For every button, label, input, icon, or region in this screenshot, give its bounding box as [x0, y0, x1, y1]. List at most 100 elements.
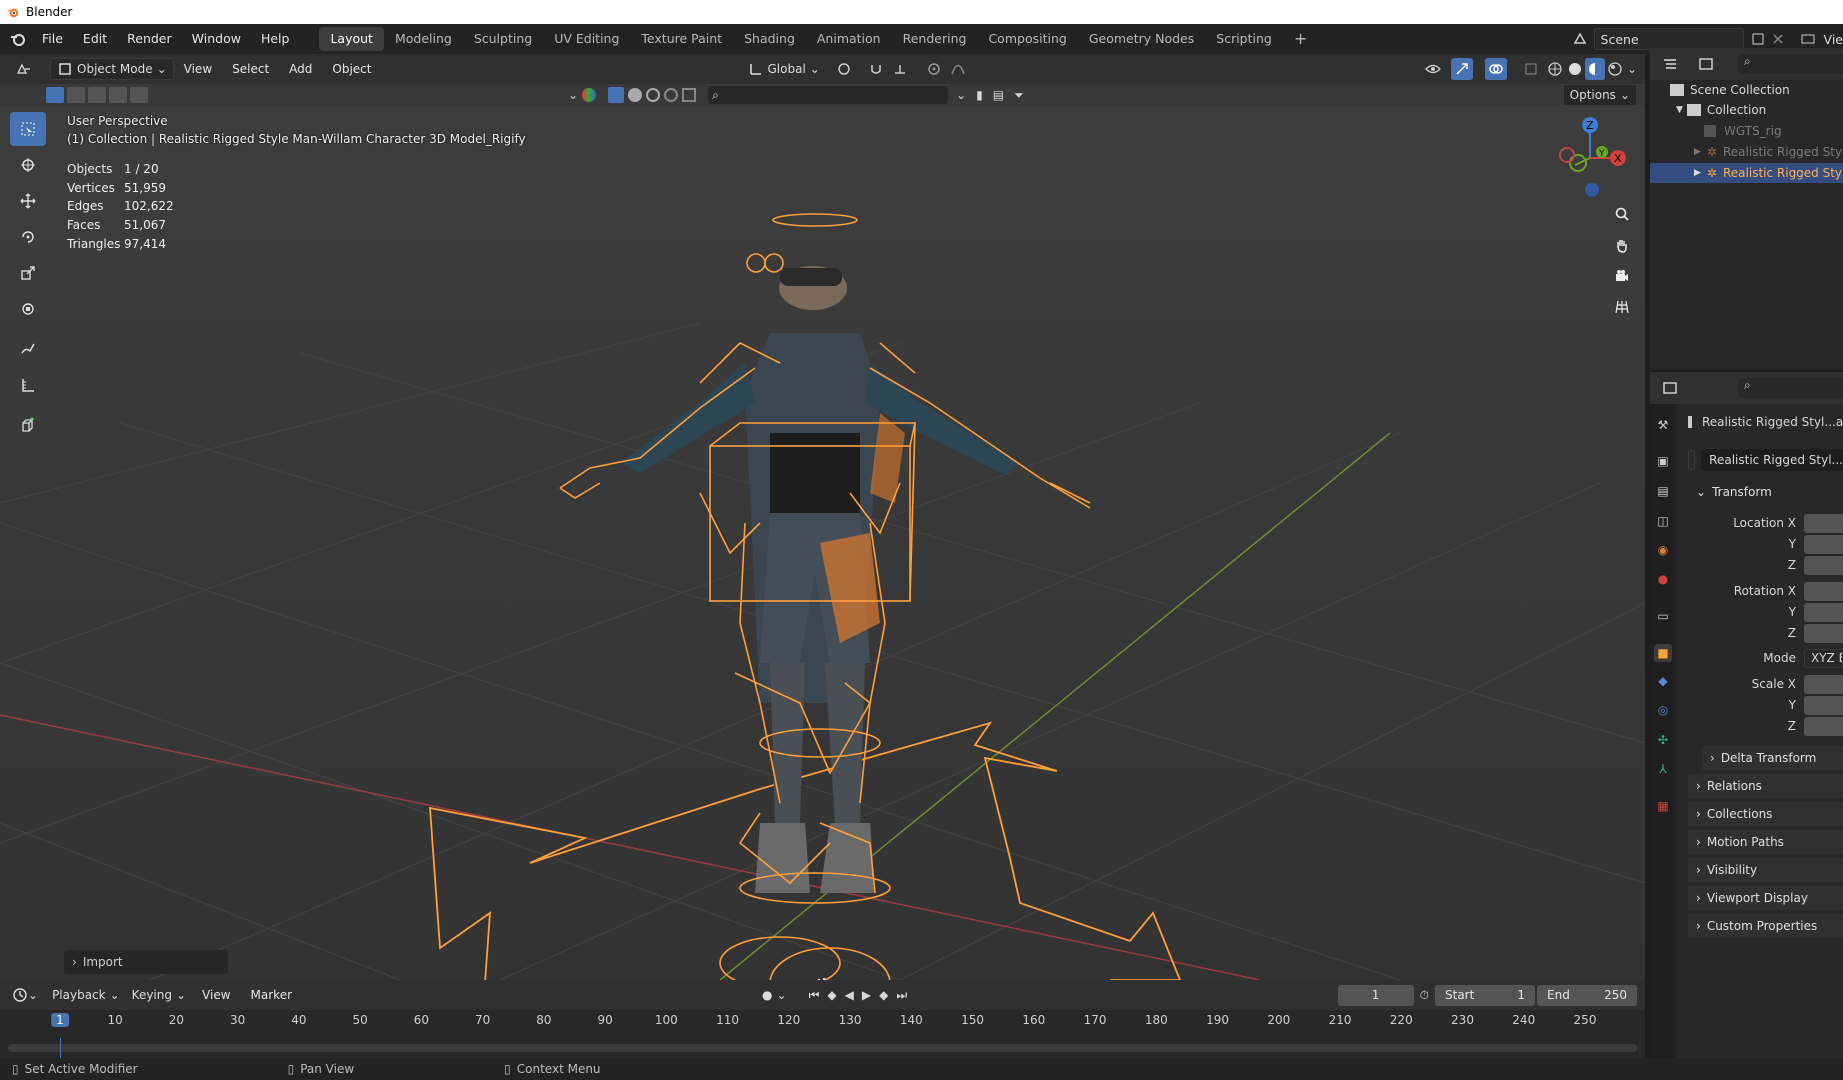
tab-compositing[interactable]: Compositing — [977, 27, 1077, 51]
collections-section-header[interactable]: › Collections — [1688, 802, 1843, 826]
rendered-shading-icon[interactable] — [1607, 61, 1623, 77]
object-name-field[interactable]: Realistic Rigged Styl... — [1701, 449, 1843, 471]
cursor-tool[interactable] — [10, 148, 46, 182]
material-filter-icon[interactable] — [628, 88, 643, 102]
collection-filter-icon[interactable]: ▤ — [993, 88, 1004, 102]
falloff-icon[interactable] — [950, 61, 966, 77]
world-tab-icon[interactable]: ● — [1654, 570, 1672, 588]
view-layer-tab-icon[interactable]: ◫ — [1654, 512, 1672, 530]
current-frame-marker[interactable]: 1 — [51, 1013, 69, 1027]
location-y-field[interactable] — [1804, 535, 1843, 554]
measure-tool[interactable] — [10, 368, 46, 402]
proportional-edit-icon[interactable] — [926, 61, 942, 77]
menu-edit[interactable]: Edit — [73, 24, 117, 54]
tab-sculpting[interactable]: Sculpting — [463, 27, 543, 51]
camera-filter-icon[interactable] — [682, 88, 697, 102]
color-filter-icon[interactable] — [582, 88, 597, 102]
mode-selector[interactable]: Object Mode ⌄ — [50, 58, 174, 80]
object-tab-icon[interactable]: ■ — [1654, 644, 1672, 662]
tab-geometry-nodes[interactable]: Geometry Nodes — [1078, 27, 1205, 51]
stopwatch-icon[interactable]: ⏱ — [1420, 988, 1429, 1003]
mesh-filter-icon[interactable] — [608, 87, 625, 103]
outliner-row-armature-2-selected[interactable]: ▶ ✲ Realistic Rigged Style — [1650, 163, 1843, 183]
bookmark-icon[interactable]: ▮ — [976, 88, 983, 102]
transform-tool[interactable] — [10, 292, 46, 326]
rotation-z-field[interactable] — [1804, 624, 1843, 643]
constraint-tab-icon[interactable]: ✣ — [1654, 731, 1672, 749]
object-name-row[interactable]: Realistic Rigged Styl...ac — [1688, 412, 1843, 432]
tab-uv-editing[interactable]: UV Editing — [543, 27, 630, 51]
tab-scripting[interactable]: Scripting — [1205, 27, 1283, 51]
visibility-section-header[interactable]: › Visibility — [1688, 858, 1843, 882]
tab-rendering[interactable]: Rendering — [892, 27, 978, 51]
rotation-mode-dropdown[interactable]: XYZ E — [1804, 649, 1843, 668]
object-data-row[interactable]: Realistic Rigged Styl... — [1688, 449, 1843, 471]
select-subtract-icon[interactable] — [88, 87, 106, 103]
overlays-toggle-button[interactable] — [1484, 58, 1507, 80]
pivot-point-icon[interactable] — [836, 61, 852, 77]
properties-search-field[interactable]: ⌕ — [1738, 378, 1843, 398]
new-scene-icon[interactable] — [1750, 31, 1766, 47]
jump-start-icon[interactable]: ⏮ — [809, 988, 820, 1003]
current-frame-field[interactable]: 1 — [1337, 984, 1414, 1006]
blender-menu-icon[interactable] — [10, 31, 26, 47]
tool-tab-icon[interactable]: ⚒ — [1654, 416, 1672, 434]
delete-scene-icon[interactable] — [1770, 31, 1786, 47]
vp-menu-view[interactable]: View — [174, 54, 222, 84]
timeline-menu-marker[interactable]: Marker — [241, 980, 302, 1010]
chevron-down-icon[interactable]: ⌄ — [28, 988, 38, 1002]
vp-menu-select[interactable]: Select — [222, 54, 279, 84]
vp-menu-add[interactable]: Add — [279, 54, 322, 84]
x-neg-axis-icon[interactable] — [1559, 147, 1575, 163]
outliner-row-wgts[interactable]: WGTS_rig — [1650, 121, 1843, 141]
menu-window[interactable]: Window — [182, 24, 251, 54]
vp-menu-object[interactable]: Object — [322, 54, 381, 84]
end-frame-field[interactable]: End 250 — [1537, 984, 1637, 1006]
camera-view-button[interactable] — [1608, 262, 1636, 290]
menu-render[interactable]: Render — [117, 24, 182, 54]
location-z-field[interactable] — [1804, 556, 1843, 575]
chevron-down-icon[interactable]: ⌄ — [568, 88, 578, 102]
light-filter-icon[interactable] — [646, 88, 661, 102]
zoom-button[interactable] — [1608, 200, 1636, 228]
chevron-down-icon[interactable]: ⌄ — [1627, 62, 1637, 76]
modifier-tab-icon[interactable]: ◆ — [1654, 672, 1672, 690]
funnel-icon[interactable]: ⏷ — [1014, 88, 1024, 103]
outliner-row-collection[interactable]: ▼ Collection — [1650, 100, 1843, 120]
add-workspace-button[interactable]: + — [1283, 27, 1318, 51]
tab-animation[interactable]: Animation — [806, 27, 892, 51]
output-tab-icon[interactable]: ▤ — [1654, 482, 1672, 500]
chevron-down-icon[interactable]: ⌄ — [777, 988, 787, 1002]
jump-keyframe-back-icon[interactable]: ◆ — [827, 988, 836, 1002]
select-intersect-icon[interactable] — [130, 87, 148, 103]
physics-tab-icon[interactable]: ◎ — [1654, 701, 1672, 719]
play-reverse-icon[interactable]: ◀ — [845, 988, 854, 1002]
scale-z-field[interactable] — [1804, 717, 1843, 736]
last-operator-panel[interactable]: › Import — [64, 950, 228, 974]
select-invert-icon[interactable] — [109, 87, 127, 103]
location-x-field[interactable] — [1804, 514, 1843, 533]
playback-menu[interactable]: Playback ⌄ — [46, 984, 126, 1006]
rotation-y-field[interactable] — [1804, 603, 1843, 622]
jump-end-icon[interactable]: ⏭ — [896, 988, 907, 1003]
select-new-icon[interactable] — [46, 87, 64, 103]
editor-type-icon[interactable] — [16, 61, 32, 77]
scale-tool[interactable] — [10, 256, 46, 290]
wireframe-shading-icon[interactable] — [1547, 61, 1563, 77]
rotation-x-field[interactable] — [1804, 582, 1843, 601]
outliner-row-scene-collection[interactable]: Scene Collection — [1650, 80, 1843, 100]
scene-selector[interactable]: Scene — [1593, 28, 1744, 50]
motion-paths-section-header[interactable]: › Motion Paths — [1688, 830, 1843, 854]
add-cube-tool[interactable] — [10, 408, 46, 442]
3d-viewport[interactable]: User Perspective (1) Collection | Realis… — [0, 103, 1645, 980]
move-tool[interactable] — [10, 184, 46, 218]
timeline-menu-view[interactable]: View — [192, 980, 240, 1010]
relations-section-header[interactable]: › Relations — [1688, 774, 1843, 798]
record-icon[interactable]: ● — [762, 988, 772, 1002]
tab-shading[interactable]: Shading — [733, 27, 806, 51]
rotate-tool[interactable] — [10, 220, 46, 254]
z-neg-axis-icon[interactable] — [1585, 183, 1599, 197]
outliner-search-field[interactable]: ⌕ — [1738, 54, 1843, 74]
transform-section-header[interactable]: ⌄ Transform — [1688, 480, 1843, 504]
gizmo-toggle-button[interactable] — [1450, 58, 1473, 80]
